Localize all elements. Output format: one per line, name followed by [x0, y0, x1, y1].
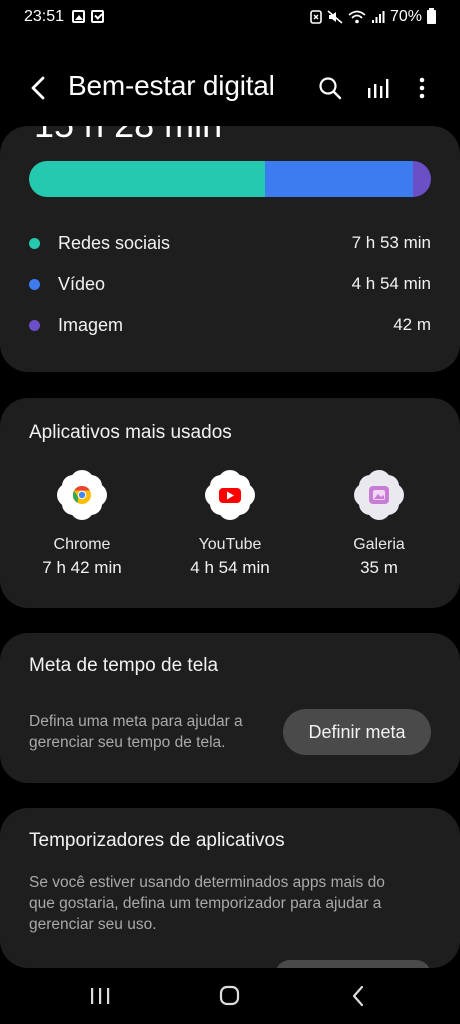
define-goal-button[interactable]: Definir meta — [283, 709, 431, 755]
app-name: Chrome — [53, 536, 111, 553]
category-value: 42 m — [393, 315, 431, 334]
battery-icon — [427, 8, 436, 24]
status-time: 23:51 — [24, 8, 65, 25]
description-line: gerenciar seu tempo de tela. — [29, 734, 226, 751]
back-nav-icon[interactable] — [338, 980, 378, 1012]
usage-bar-image — [413, 161, 431, 197]
app-timers-description: Se você estiver usando determinados apps… — [29, 872, 385, 935]
page-title: Bem-estar digital — [68, 70, 275, 101]
app-item-chrome[interactable]: Chrome 7 h 42 min — [17, 470, 147, 578]
category-row-image: Imagem 42 m — [29, 313, 431, 337]
chrome-icon — [57, 470, 107, 520]
back-arrow-icon[interactable] — [26, 74, 52, 102]
category-value: 4 h 54 min — [351, 274, 431, 293]
wifi-icon — [348, 10, 366, 24]
app-item-galeria[interactable]: Galeria 35 m — [314, 470, 444, 578]
screen-goal-description: Defina uma meta para ajudar a gerenciar … — [29, 711, 243, 753]
timer-button-peek[interactable] — [275, 960, 431, 968]
battery-percent: 70% — [389, 8, 422, 25]
home-icon[interactable] — [209, 980, 249, 1012]
category-row-social: Redes sociais 7 h 53 min — [29, 231, 431, 255]
usage-card[interactable]: 15 h 28 min Redes sociais 7 h 53 min Víd… — [0, 126, 460, 372]
top-apps-title: Aplicativos mais usados — [29, 422, 232, 443]
category-name: Redes sociais — [58, 232, 171, 253]
app-bar: Bem-estar digital — [0, 62, 460, 114]
app-timers-title: Temporizadores de aplicativos — [29, 830, 285, 851]
usage-bar-video — [265, 161, 413, 197]
image-icon — [72, 10, 85, 23]
app-time: 7 h 42 min — [42, 558, 122, 577]
app-time: 4 h 54 min — [190, 558, 270, 577]
app-item-youtube[interactable]: YouTube 4 h 54 min — [165, 470, 295, 578]
top-apps-card: Aplicativos mais usados Chrome 7 h 42 mi… — [0, 398, 460, 608]
category-row-video: Vídeo 4 h 54 min — [29, 272, 431, 296]
gallery-icon — [354, 470, 404, 520]
screen-time-goal-card: Meta de tempo de tela Defina uma meta pa… — [0, 633, 460, 783]
youtube-icon — [205, 470, 255, 520]
navigation-bar — [0, 968, 460, 1024]
app-timers-card[interactable]: Temporizadores de aplicativos Se você es… — [0, 808, 460, 968]
video-dot — [29, 278, 40, 290]
mute-icon — [327, 10, 343, 24]
screen-goal-title: Meta de tempo de tela — [29, 655, 219, 676]
app-name: Galeria — [353, 536, 405, 553]
more-vert-icon[interactable] — [408, 74, 436, 102]
social-dot — [29, 237, 40, 249]
recent-apps-icon[interactable] — [80, 980, 120, 1012]
app-name: YouTube — [198, 536, 262, 553]
total-usage-time: 15 h 28 min — [34, 126, 222, 146]
signal-icon — [371, 11, 385, 23]
bar-chart-icon[interactable] — [364, 74, 392, 102]
description-line: que gostaria, defina um temporizador par… — [29, 895, 382, 912]
category-name: Vídeo — [58, 273, 106, 294]
description-line: Defina uma meta para ajudar a — [29, 713, 243, 730]
nfc-icon — [310, 10, 322, 24]
check-box-icon — [91, 10, 104, 23]
status-bar: 23:51 70% — [0, 0, 460, 36]
search-icon[interactable] — [316, 74, 344, 102]
category-name: Imagem — [58, 314, 124, 335]
usage-bar-social — [29, 161, 265, 197]
image-dot — [29, 319, 40, 331]
category-value: 7 h 53 min — [351, 233, 431, 252]
app-time: 35 m — [360, 558, 398, 577]
description-line: Se você estiver usando determinados apps… — [29, 874, 385, 891]
usage-bar — [29, 161, 431, 197]
description-line: gerenciar seu uso. — [29, 916, 157, 933]
